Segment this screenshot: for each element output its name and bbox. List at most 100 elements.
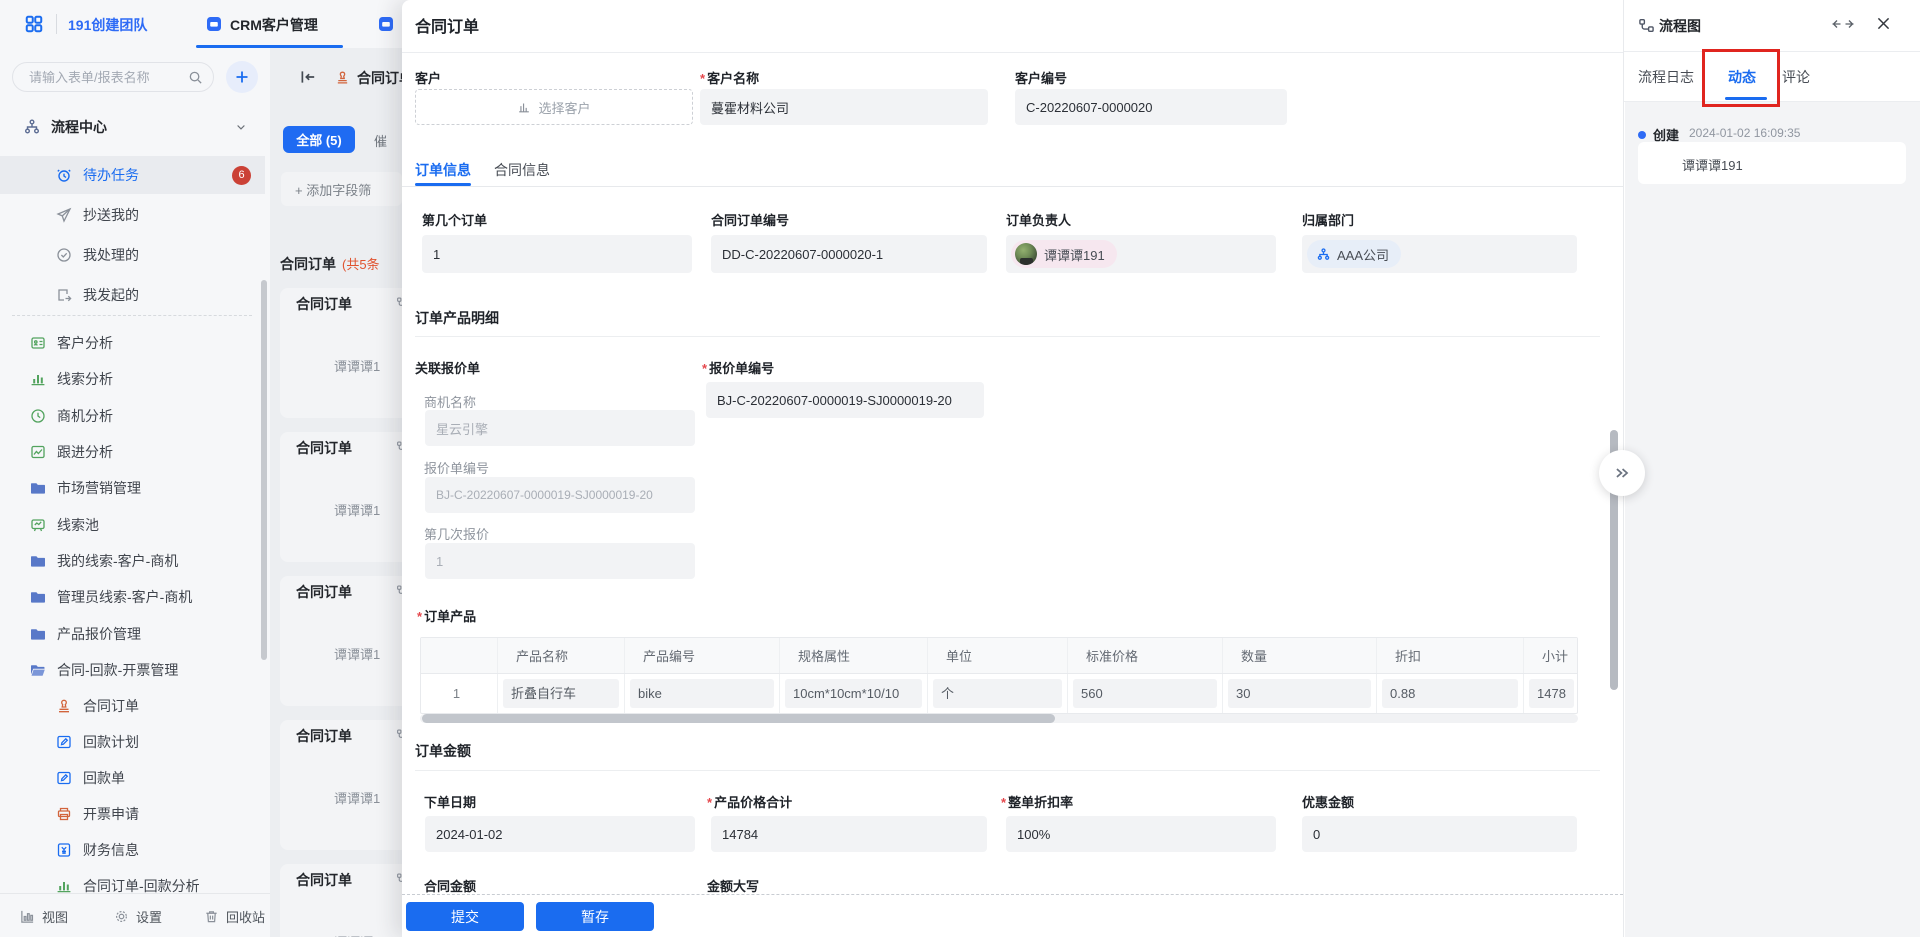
amount-section-title: 订单金额 (415, 741, 471, 761)
tab-team[interactable]: 191创建团队 (68, 15, 147, 35)
tab-contract-info[interactable]: 合同信息 (494, 160, 550, 180)
qty-cell[interactable]: 30 (1228, 679, 1371, 708)
tab-crm-app[interactable]: CRM客户管理 (230, 15, 318, 35)
dept-input[interactable]: AAA公司 (1302, 235, 1577, 273)
sidebar-item-finance-info[interactable]: 财务信息 (0, 834, 265, 866)
table-column-header: 产品编号 (625, 638, 780, 673)
table-column-header: 折扣 (1377, 638, 1524, 673)
filter-tab-urge[interactable]: 催 (374, 131, 387, 150)
customer-name-input[interactable]: 蔓霍材料公司 (700, 89, 988, 125)
quote-no-input[interactable]: BJ-C-20220607-0000019-SJ0000019-20 (706, 382, 984, 418)
folder-icon (30, 553, 46, 569)
customer-no-input[interactable]: C-20220607-0000020 (1015, 89, 1287, 125)
product-total-input[interactable]: 14784 (711, 816, 987, 852)
views-chart-icon (20, 909, 35, 924)
todo-count-badge: 6 (232, 166, 251, 185)
order-card[interactable]: 合同订单 谭谭谭1 (280, 288, 420, 418)
product-code-cell[interactable]: bike (630, 679, 774, 708)
sidebar-item-followup-analysis[interactable]: 跟进分析 (0, 436, 265, 468)
filter-tab-all[interactable]: 全部 (5) (283, 126, 355, 153)
order-card[interactable]: 合同订单 谭谭谭1 (280, 432, 420, 562)
hidden-tab-icon[interactable] (378, 16, 394, 32)
close-icon[interactable] (1875, 15, 1892, 32)
submit-button[interactable]: 提交 (406, 902, 524, 931)
sidebar-group-process-center[interactable]: 流程中心 (0, 108, 265, 146)
pen-icon (56, 770, 72, 786)
owner-input[interactable]: 谭谭谭191 (1006, 235, 1276, 273)
apps-grid-icon[interactable] (24, 14, 44, 34)
tab-comments[interactable]: 评论 (1782, 67, 1810, 87)
sidebar-item-contract-order[interactable]: 合同订单 (0, 690, 265, 722)
table-column-header: 规格属性 (780, 638, 928, 673)
order-card[interactable]: 合同订单 谭谭谭1 (280, 720, 420, 850)
sidebar-scrollbar[interactable] (261, 280, 267, 660)
sidebar-item-lead-pool[interactable]: 线索池 (0, 509, 265, 541)
sidebar-item-admin-leads[interactable]: 管理员线索-客户-商机 (0, 581, 265, 613)
sidebar-item-handled-by-me[interactable]: 我处理的 (0, 236, 265, 274)
table-column-header: 小计 (1524, 638, 1579, 673)
order-index-input[interactable]: 1 (422, 235, 692, 273)
add-field-filter-button[interactable]: + 添加字段筛 (281, 172, 402, 206)
sidebar-item-cc-to-me[interactable]: 抄送我的 (0, 196, 265, 234)
table-row: 1 折叠自行车 bike 10cm*10cm*10/10 个 560 30 0.… (421, 674, 1577, 713)
select-customer-button[interactable]: 选择客户 (415, 89, 693, 125)
quote-index-input[interactable]: 1 (425, 543, 695, 579)
sidebar-item-initiated-by-me[interactable]: 我发起的 (0, 276, 265, 314)
search-input[interactable] (27, 69, 188, 86)
order-card[interactable]: 合同订单 谭谭谭1 (280, 576, 420, 706)
form-search[interactable] (12, 62, 214, 92)
org-chart-icon (1317, 248, 1330, 261)
sidebar-item-contract-management[interactable]: 合同-回款-开票管理 (0, 654, 265, 686)
sidebar-item-marketing[interactable]: 市场营销管理 (0, 472, 265, 504)
stamp-icon (335, 70, 350, 85)
price-cell[interactable]: 560 (1073, 679, 1217, 708)
discount-cell[interactable]: 0.88 (1382, 679, 1518, 708)
gear-icon (114, 909, 129, 924)
sidebar-item-lead-analysis[interactable]: 线索分析 (0, 363, 265, 395)
collapse-panel-button[interactable] (1599, 450, 1645, 496)
sidebar-item-payment-slip[interactable]: 回款单 (0, 762, 265, 794)
discount-rate-label: 整单折扣率 (1001, 792, 1073, 811)
customer-no-label: 客户编号 (1015, 68, 1067, 87)
benefit-input[interactable]: 0 (1302, 816, 1577, 852)
product-name-cell[interactable]: 折叠自行车 (503, 679, 619, 708)
tab-process-log[interactable]: 流程日志 (1638, 67, 1694, 87)
sidebar-item-payment-plan[interactable]: 回款计划 (0, 726, 265, 758)
timeline-user-name: 谭谭谭191 (1682, 155, 1743, 174)
timeline-user-card[interactable]: 谭谭谭191 (1638, 142, 1906, 184)
table-horizontal-scrollbar[interactable] (422, 714, 1055, 723)
sidebar-item-product-quote[interactable]: 产品报价管理 (0, 618, 265, 650)
order-no-input[interactable]: DD-C-20220607-0000020-1 (711, 235, 987, 273)
views-button[interactable]: 视图 (20, 907, 68, 926)
discount-rate-input[interactable]: 100% (1006, 816, 1276, 852)
org-chart-icon (24, 119, 40, 135)
sidebar-item-my-leads[interactable]: 我的线索-客户-商机 (0, 545, 265, 577)
biz-name-input[interactable]: 星云引擎 (425, 410, 695, 446)
sidebar-item-invoice-request[interactable]: 开票申请 (0, 798, 265, 830)
owner-pill: 谭谭谭191 (1011, 240, 1117, 268)
sidebar-divider (12, 315, 252, 316)
save-draft-button[interactable]: 暂存 (536, 902, 654, 931)
tab-order-info[interactable]: 订单信息 (415, 160, 471, 180)
sidebar-item-opportunity-analysis[interactable]: 商机分析 (0, 400, 265, 432)
add-form-button[interactable] (226, 61, 258, 93)
order-card[interactable]: 合同订单 谭谭谭1 (280, 864, 420, 937)
flowchart-icon (1638, 17, 1655, 34)
timeline-timestamp: 2024-01-02 16:09:35 (1689, 126, 1800, 140)
recycle-bin-button[interactable]: 回收站 (204, 907, 265, 926)
settings-button[interactable]: 设置 (114, 907, 162, 926)
sidebar-item-todo-tasks[interactable]: 待办任务 6 (0, 156, 265, 194)
drawer-title: 合同订单 (415, 13, 479, 37)
quote-no2-input[interactable]: BJ-C-20220607-0000019-SJ0000019-20 (425, 477, 695, 513)
product-table: 产品名称 产品编号 规格属性 单位 标准价格 数量 折扣 小计 1 折叠自行车 … (420, 637, 1578, 714)
avatar (1015, 243, 1037, 265)
subtotal-cell[interactable]: 1478 (1529, 679, 1574, 708)
unit-cell[interactable]: 个 (933, 679, 1062, 708)
table-column-header: 单位 (928, 638, 1068, 673)
resize-arrows-icon[interactable] (1831, 16, 1855, 32)
order-date-input[interactable]: 2024-01-02 (425, 816, 695, 852)
sidebar-item-customer-analysis[interactable]: 客户分析 (0, 327, 265, 359)
collapse-sidebar-icon[interactable] (299, 68, 317, 86)
bar-chart-icon (30, 371, 46, 387)
spec-cell[interactable]: 10cm*10cm*10/10 (785, 679, 922, 708)
